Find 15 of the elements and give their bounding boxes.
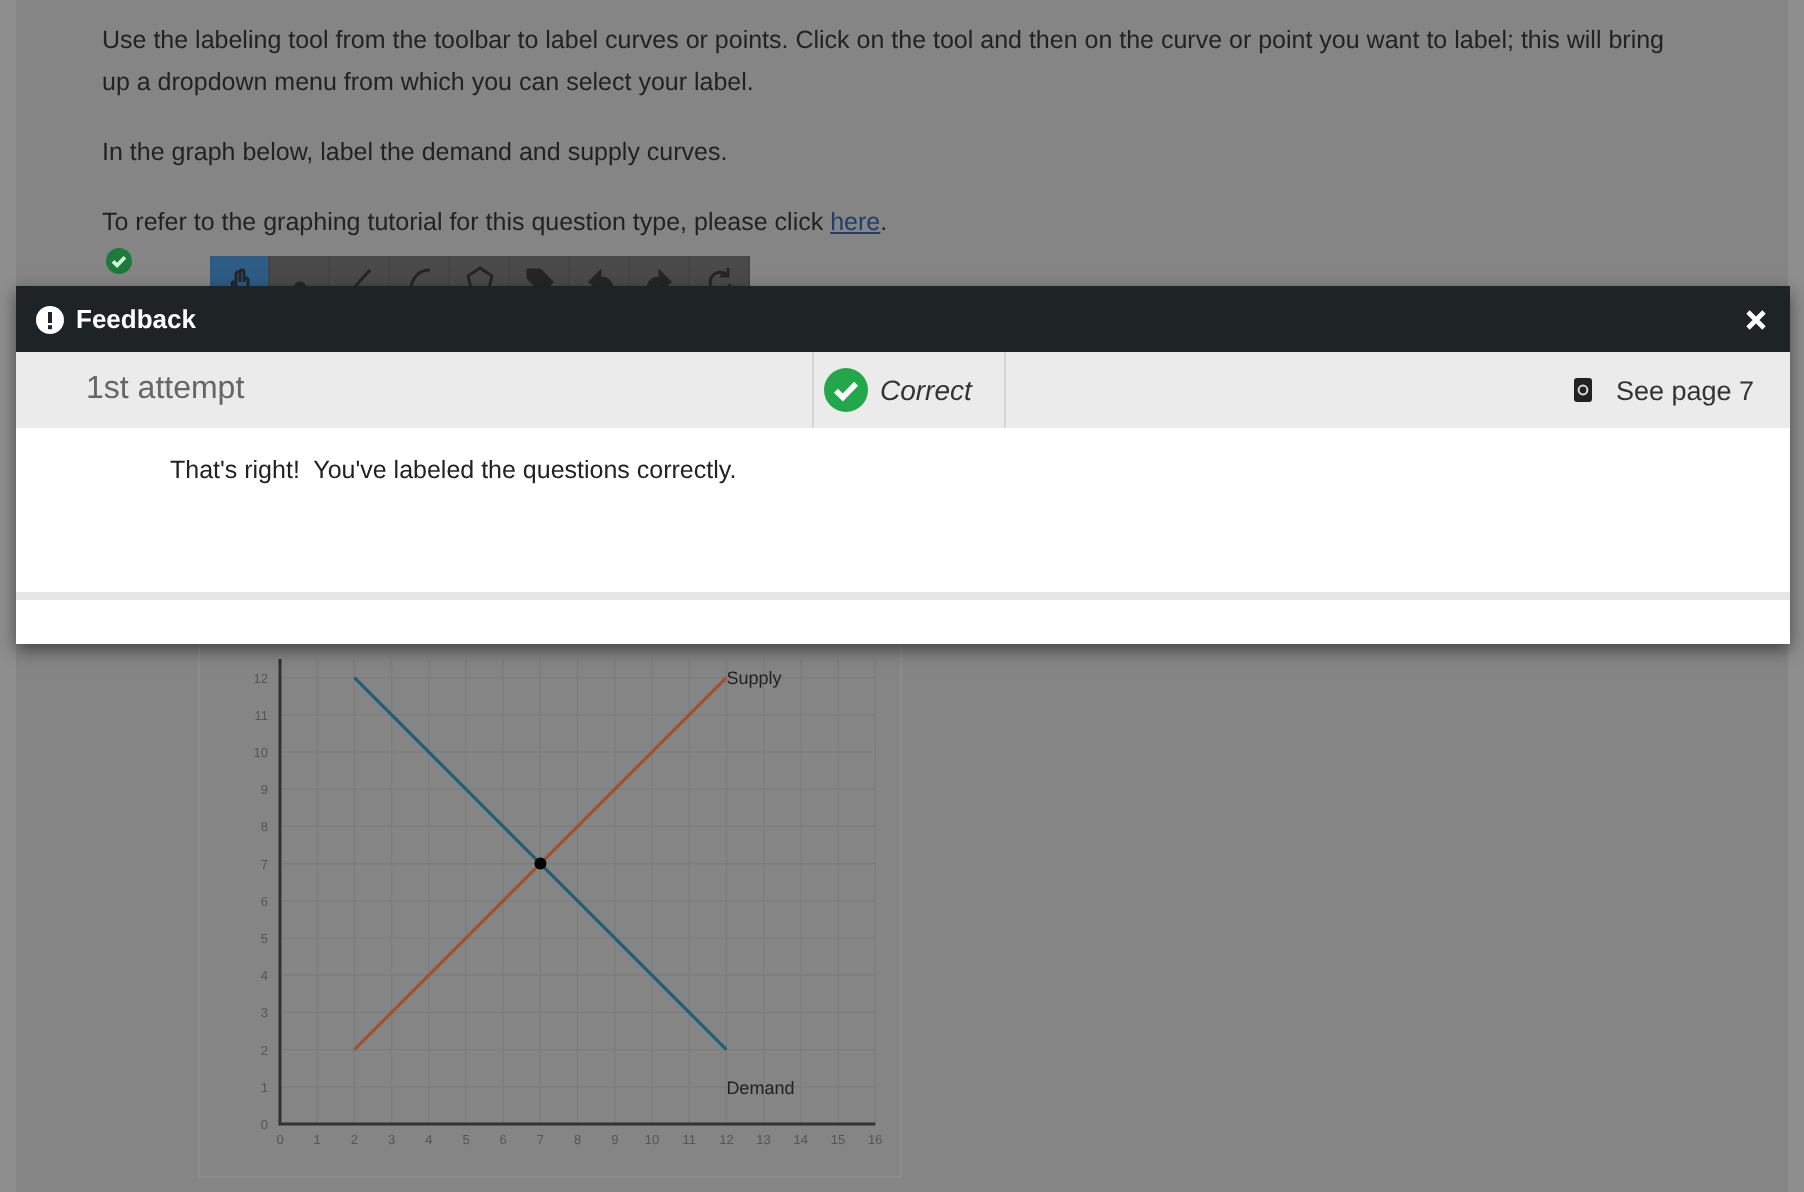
exclamation-icon — [36, 305, 64, 333]
instruction-text: In the graph below, label the demand and supply curves. — [102, 136, 730, 170]
attempt-label: 1st attempt — [84, 370, 247, 410]
book-icon — [1573, 378, 1592, 402]
result-text: Correct — [880, 374, 972, 406]
modal-title: Feedback — [76, 304, 198, 334]
instruction-text: Use the labeling tool from the toolbar to label curves or points. Click on the tool and then on the curve or point you want to label; this will bring up a dropdown menu from which you can select your label. — [102, 24, 1666, 100]
curve-label: Demand — [726, 1077, 795, 1098]
feedback-message: That's right! You've labeled the questions correctly. — [168, 454, 739, 484]
close-button[interactable] — [1742, 305, 1770, 333]
check-icon — [106, 248, 132, 274]
intersection-point — [534, 857, 547, 870]
page-reference-link[interactable]: See page 7 — [1615, 375, 1754, 405]
curve-label: Supply — [726, 667, 782, 688]
tutorial-text: To refer to the graphing tutorial for this question type, please click here. — [102, 206, 890, 240]
